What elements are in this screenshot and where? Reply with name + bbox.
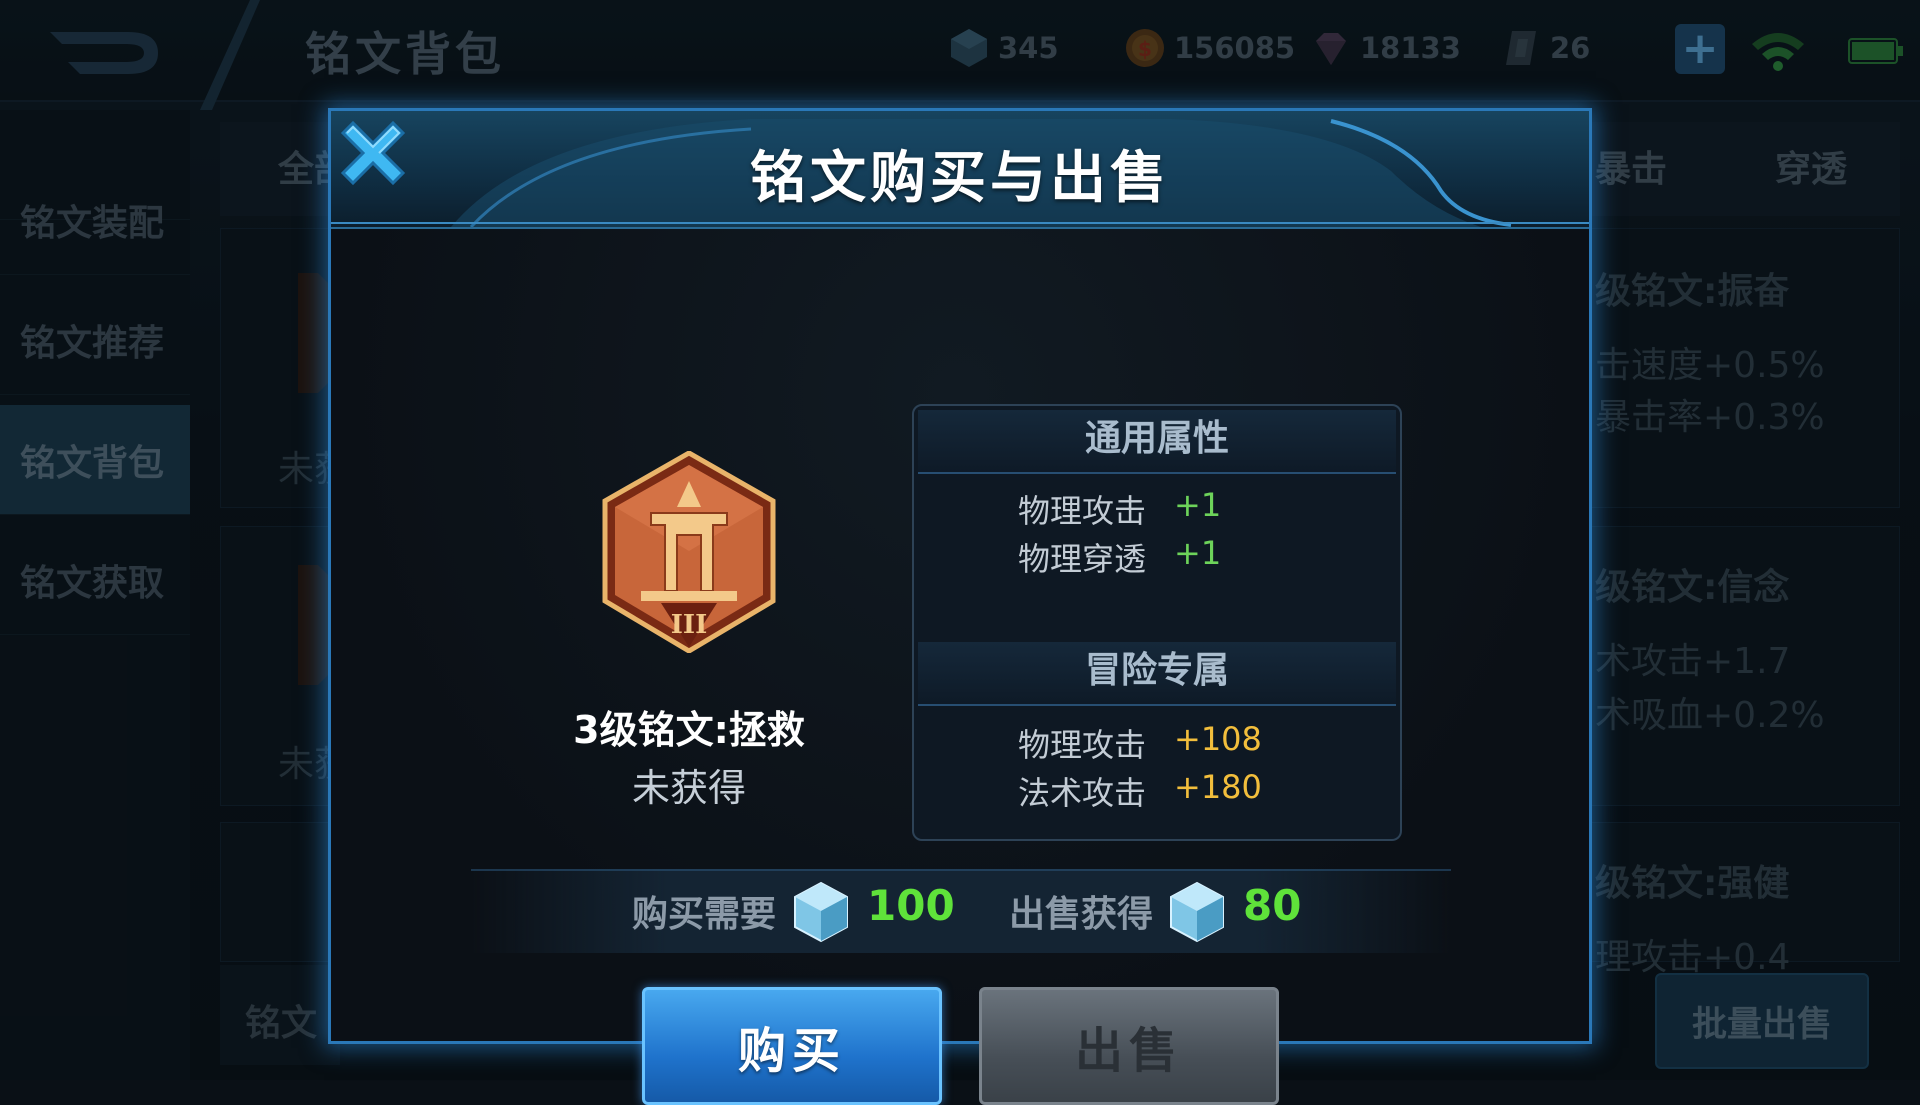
attribute-value: +108 (1174, 720, 1262, 758)
attribute-row: 物理攻击 +108 (914, 720, 1400, 766)
general-attributes-heading: 通用属性 (918, 410, 1396, 474)
attribute-row: 法术攻击 +180 (914, 768, 1400, 814)
level-numeral: III (671, 610, 708, 640)
attribute-name: 物理攻击 (1017, 726, 1146, 764)
price-bar (471, 869, 1451, 953)
diamond-icon (1170, 881, 1224, 943)
attribute-name: 物理攻击 (1017, 492, 1146, 530)
buy-button[interactable]: 购买 (642, 987, 942, 1105)
attribute-panel: 通用属性 物理攻击 +1 物理穿透 +1 冒险专属 物理攻击 +108 法术攻击… (912, 404, 1402, 841)
attribute-row: 物理穿透 +1 (914, 534, 1400, 580)
inscription-status: 未获得 (631, 766, 746, 810)
attribute-name: 法术攻击 (1017, 774, 1146, 812)
attribute-value: +1 (1174, 534, 1222, 572)
buy-price-value: 100 (867, 881, 955, 930)
dialog-body: III 3级铭文:拯救 未获得 通用属性 物理攻击 +1 物理穿透 +1 冒险专… (331, 229, 1589, 1105)
close-icon[interactable] (331, 111, 415, 195)
attribute-value: +1 (1174, 486, 1222, 524)
inscription-icon: III (602, 451, 776, 653)
adventure-attributes-heading: 冒险专属 (918, 642, 1396, 706)
attribute-name: 物理穿透 (1017, 540, 1146, 578)
dialog-title: 铭文购买与出售 (750, 146, 1170, 211)
buy-sell-dialog: 铭文购买与出售 III 3级铭文:拯救 未获得 通用属性 物理攻击 +1 物理穿… (328, 108, 1592, 1105)
sell-price-label: 出售获得 (1009, 894, 1154, 935)
sell-button[interactable]: 出售 (979, 987, 1279, 1105)
attribute-value: +180 (1174, 768, 1262, 806)
inscription-name: 3级铭文:拯救 (573, 708, 805, 752)
attribute-row: 物理攻击 +1 (914, 486, 1400, 532)
dialog-header: 铭文购买与出售 (331, 111, 1589, 229)
sell-price-value: 80 (1243, 881, 1302, 930)
diamond-icon (794, 881, 848, 943)
buy-price-label: 购买需要 (632, 894, 777, 935)
